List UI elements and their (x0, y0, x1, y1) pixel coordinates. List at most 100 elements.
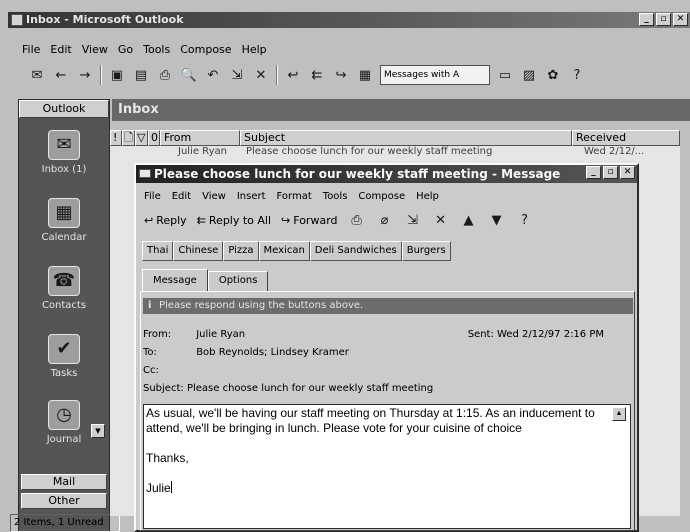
help-icon[interactable]: ? (568, 66, 586, 84)
msg-menu-format[interactable]: Format (277, 191, 312, 202)
print-preview-icon[interactable]: 🔍 (180, 66, 198, 84)
message-close-button[interactable]: ✕ (620, 166, 635, 179)
outlook-bar-header[interactable]: Outlook (19, 100, 109, 118)
outlook-app-icon[interactable] (11, 14, 23, 26)
shortcut-tasks[interactable]: ✔ Tasks (19, 334, 109, 379)
msg-menu-tools[interactable]: Tools (323, 191, 348, 202)
main-menu-bar: File Edit View Go Tools Compose Help (8, 40, 690, 58)
move-to-folder-icon[interactable]: ⇲ (404, 211, 422, 229)
message-envelope-icon[interactable] (139, 169, 151, 178)
column-flag[interactable]: ▽ (135, 130, 148, 146)
scroll-up-icon[interactable]: ▲ (612, 407, 626, 421)
main-window-controls: _ ▫ ✕ (639, 13, 688, 26)
undo-icon[interactable]: ↶ (204, 66, 222, 84)
vote-mexican-button[interactable]: Mexican (258, 241, 310, 261)
message-minimize-button[interactable]: _ (586, 166, 601, 179)
office-assistant-icon[interactable]: ✿ (544, 66, 562, 84)
vote-pizza-button[interactable]: Pizza (223, 241, 259, 261)
sent-value: Sent: Wed 2/12/97 2:16 PM (467, 329, 604, 340)
shortcut-contacts[interactable]: ☎ Contacts (19, 266, 109, 311)
main-title-bar: Inbox - Microsoft Outlook _ ▫ ✕ (8, 12, 690, 28)
attachment-icon[interactable]: ⌀ (376, 211, 394, 229)
shortcut-calendar-label: Calendar (41, 232, 87, 243)
menu-view[interactable]: View (82, 43, 108, 56)
new-message-icon[interactable]: ✉ (28, 66, 46, 84)
column-importance[interactable]: ! (110, 130, 122, 146)
inbox-icon: ✉ (48, 130, 80, 160)
to-value[interactable]: Bob Reynolds; Lindsey Kramer (196, 347, 349, 358)
group-mail[interactable]: Mail (21, 474, 107, 490)
up-folder-icon[interactable]: ▣ (108, 66, 126, 84)
message-toolbar: ↩ Reply ⇇ Reply to All ↪ Forward ⎙ ⌀ ⇲ ✕… (144, 211, 534, 229)
shortcut-calendar[interactable]: ▦ Calendar (19, 198, 109, 243)
print-icon[interactable]: ⎙ (156, 66, 174, 84)
body-signature: Julie (146, 481, 608, 496)
column-subject[interactable]: Subject (240, 130, 572, 146)
vote-chinese-button[interactable]: Chinese (173, 241, 224, 261)
message-body[interactable]: As usual, we'll be having our staff meet… (143, 404, 631, 529)
back-arrow-icon[interactable]: ← (52, 66, 70, 84)
outlook-bar: Outlook ✉ Inbox (1) ▦ Calendar ☎ Contact… (18, 99, 110, 532)
msg-menu-compose[interactable]: Compose (358, 191, 405, 202)
print-icon[interactable]: ⎙ (348, 211, 366, 229)
message-window-title: Please choose lunch for our weekly staff… (154, 167, 561, 181)
reply-all-button[interactable]: ⇇ Reply to All (197, 214, 271, 227)
reply-button[interactable]: ↩ Reply (144, 214, 187, 227)
tasks-icon: ✔ (48, 334, 80, 364)
tab-options[interactable]: Options (207, 271, 269, 291)
msg-menu-file[interactable]: File (144, 191, 161, 202)
delete-icon[interactable]: ✕ (432, 211, 450, 229)
previous-item-icon[interactable]: ▲ (460, 211, 478, 229)
menu-go[interactable]: Go (118, 43, 133, 56)
tab-message[interactable]: Message (142, 269, 208, 291)
vote-deli-sandwiches-button[interactable]: Deli Sandwiches (309, 241, 402, 261)
column-from[interactable]: From (160, 130, 240, 146)
scroll-down-icon[interactable]: ▼ (91, 424, 105, 438)
msg-menu-edit[interactable]: Edit (172, 191, 191, 202)
move-to-folder-icon[interactable]: ⇲ (228, 66, 246, 84)
column-icon[interactable]: 🗋 (122, 130, 135, 146)
shortcut-contacts-label: Contacts (41, 300, 87, 311)
msg-menu-insert[interactable]: Insert (237, 191, 266, 202)
autopreview-icon[interactable]: ▨ (520, 66, 538, 84)
forward-arrow-icon[interactable]: → (76, 66, 94, 84)
minimize-button[interactable]: _ (639, 13, 654, 26)
forward-button[interactable]: ↪ Forward (281, 214, 337, 227)
column-attachment[interactable]: 0 (148, 130, 160, 146)
table-row[interactable]: Julie Ryan Please choose lunch for our w… (110, 146, 680, 160)
menu-tools[interactable]: Tools (143, 43, 170, 56)
group-by-box-icon[interactable]: ▭ (496, 66, 514, 84)
vote-burgers-button[interactable]: Burgers (401, 241, 451, 261)
text-cursor (170, 481, 172, 493)
message-maximize-button[interactable]: ▫ (603, 166, 618, 179)
address-book-icon[interactable]: ▦ (356, 66, 374, 84)
signature-name: Julie (146, 481, 171, 495)
menu-compose[interactable]: Compose (180, 43, 231, 56)
reply-icon[interactable]: ↩ (284, 66, 302, 84)
msg-menu-help[interactable]: Help (416, 191, 439, 202)
menu-help[interactable]: Help (242, 43, 267, 56)
close-button[interactable]: ✕ (673, 13, 688, 26)
help-icon[interactable]: ? (516, 211, 534, 229)
menu-edit[interactable]: Edit (50, 43, 71, 56)
maximize-button[interactable]: ▫ (656, 13, 671, 26)
next-item-icon[interactable]: ▼ (488, 211, 506, 229)
column-received[interactable]: Received (572, 130, 680, 146)
message-list-header: ! 🗋 ▽ 0 From Subject Received (110, 130, 680, 146)
main-toolbar: ✉ ← → ▣ ▤ ⎙ 🔍 ↶ ⇲ ✕ ↩ ⇇ ↪ ▦ Messages wit… (8, 60, 690, 90)
vote-thai-button[interactable]: Thai (142, 241, 174, 261)
group-other[interactable]: Other (21, 493, 107, 509)
shortcut-inbox[interactable]: ✉ Inbox (1) (19, 130, 109, 175)
current-view-combo[interactable]: Messages with A (380, 65, 490, 85)
menu-file[interactable]: File (22, 43, 40, 56)
forward-icon[interactable]: ↪ (332, 66, 350, 84)
from-label: From: (143, 329, 172, 340)
cc-label: Cc: (143, 365, 159, 376)
delete-icon[interactable]: ✕ (252, 66, 270, 84)
shortcut-journal[interactable]: ◷ Journal (19, 400, 109, 445)
contacts-icon: ☎ (48, 266, 80, 296)
reply-all-icon[interactable]: ⇇ (308, 66, 326, 84)
msg-menu-view[interactable]: View (202, 191, 226, 202)
folder-list-icon[interactable]: ▤ (132, 66, 150, 84)
forward-label: Forward (293, 213, 338, 227)
